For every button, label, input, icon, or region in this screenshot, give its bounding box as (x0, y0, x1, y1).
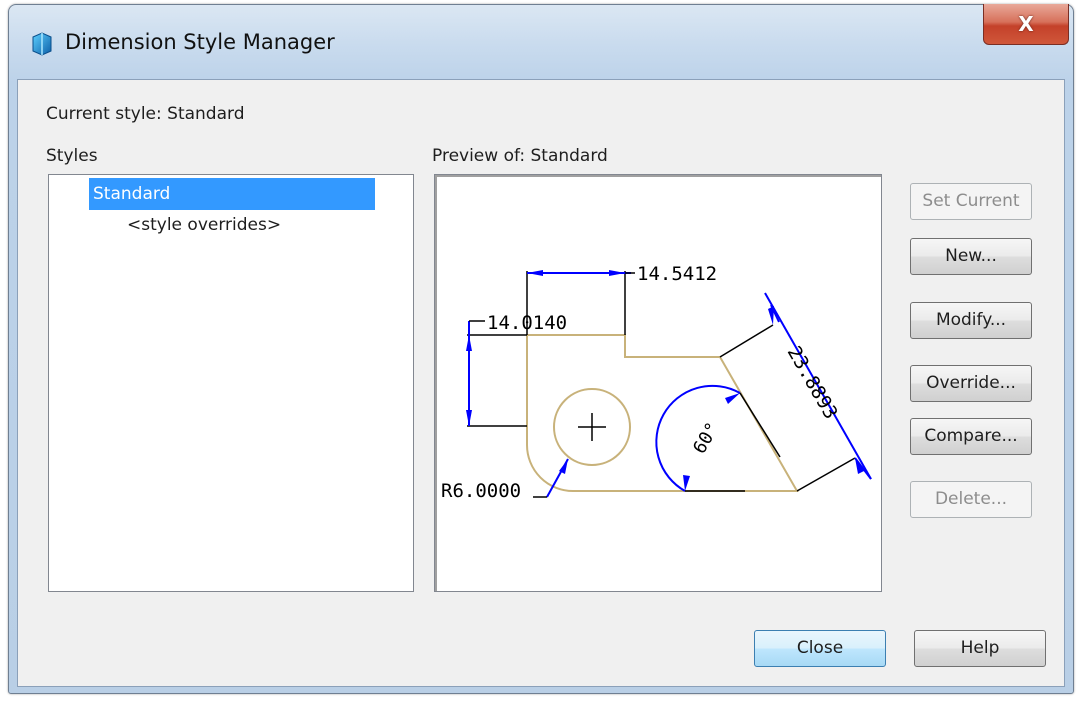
styles-list[interactable]: Standard <style overrides> (48, 174, 414, 592)
override-button[interactable]: Override... (910, 365, 1032, 402)
dim-text-radius: R6.0000 (441, 480, 521, 502)
close-icon: X (1018, 12, 1034, 36)
style-preview: 14.5412 14.0140 23.8893 60° R6.0000 (434, 174, 882, 592)
window-title: Dimension Style Manager (65, 30, 335, 54)
current-style-label: Current style: Standard (46, 104, 245, 124)
help-button[interactable]: Help (914, 630, 1046, 667)
style-item-overrides[interactable]: <style overrides> (127, 215, 281, 235)
dim-text-angle: 60° (689, 419, 723, 458)
styles-label: Styles (46, 146, 98, 166)
new-button[interactable]: New... (910, 238, 1032, 275)
close-window-button[interactable]: X (983, 4, 1069, 45)
dim-text-top: 14.5412 (637, 263, 717, 285)
compare-button[interactable]: Compare... (910, 418, 1032, 455)
modify-button[interactable]: Modify... (910, 302, 1032, 339)
dimension-preview-drawing: 14.5412 14.0140 23.8893 60° R6.0000 (441, 263, 872, 502)
style-item-standard[interactable]: Standard (89, 178, 375, 210)
title-bar[interactable]: Dimension Style Manager X (9, 4, 1073, 79)
delete-button[interactable]: Delete... (910, 481, 1032, 518)
app-icon (32, 32, 52, 56)
dialog-client-area: Current style: Standard Styles Preview o… (17, 79, 1065, 687)
preview-label: Preview of: Standard (432, 146, 608, 166)
set-current-button[interactable]: Set Current (910, 183, 1032, 220)
close-button[interactable]: Close (754, 630, 886, 667)
dim-text-diagonal: 23.8893 (783, 343, 842, 423)
dim-text-left: 14.0140 (487, 312, 567, 334)
dialog-window: Dimension Style Manager X Current style:… (8, 4, 1074, 694)
